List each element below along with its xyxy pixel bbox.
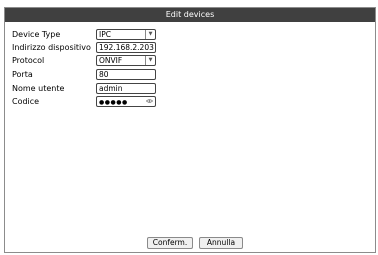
chevron-down-icon[interactable]: ▼	[145, 56, 155, 65]
chevron-down-icon[interactable]: ▼	[145, 30, 155, 39]
username-row: Nome utente admin	[12, 83, 162, 94]
port-input[interactable]: 80	[96, 69, 156, 80]
address-label: Indirizzo dispositivo	[12, 43, 91, 52]
confirm-button[interactable]: Conferm.	[147, 237, 193, 249]
device-type-label: Device Type	[12, 30, 61, 39]
edit-devices-dialog: Edit devices Device Type IPC ▼ Indirizzo…	[4, 7, 376, 253]
dialog-title: Edit devices	[165, 10, 215, 19]
address-input[interactable]: 192.168.2.203	[96, 42, 156, 53]
port-label: Porta	[12, 70, 33, 79]
port-row: Porta 80	[12, 69, 162, 80]
username-label: Nome utente	[12, 84, 65, 93]
protocol-select[interactable]: ONVIF ▼	[96, 55, 156, 66]
password-row: Codice ●●●●●	[12, 96, 162, 107]
password-label: Codice	[12, 97, 40, 106]
eye-icon[interactable]	[146, 98, 153, 104]
protocol-value: ONVIF	[99, 56, 123, 65]
dialog-titlebar: Edit devices	[5, 8, 375, 22]
password-value: ●●●●●	[99, 99, 128, 106]
protocol-label: Protocol	[12, 56, 45, 65]
protocol-row: Protocol ONVIF ▼	[12, 55, 162, 66]
device-type-value: IPC	[99, 30, 111, 39]
device-type-select[interactable]: IPC ▼	[96, 29, 156, 40]
device-type-row: Device Type IPC ▼	[12, 29, 162, 40]
address-row: Indirizzo dispositivo 192.168.2.203	[12, 42, 162, 53]
password-input[interactable]: ●●●●●	[96, 96, 156, 107]
cancel-button[interactable]: Annulla	[199, 237, 243, 249]
username-input[interactable]: admin	[96, 83, 156, 94]
